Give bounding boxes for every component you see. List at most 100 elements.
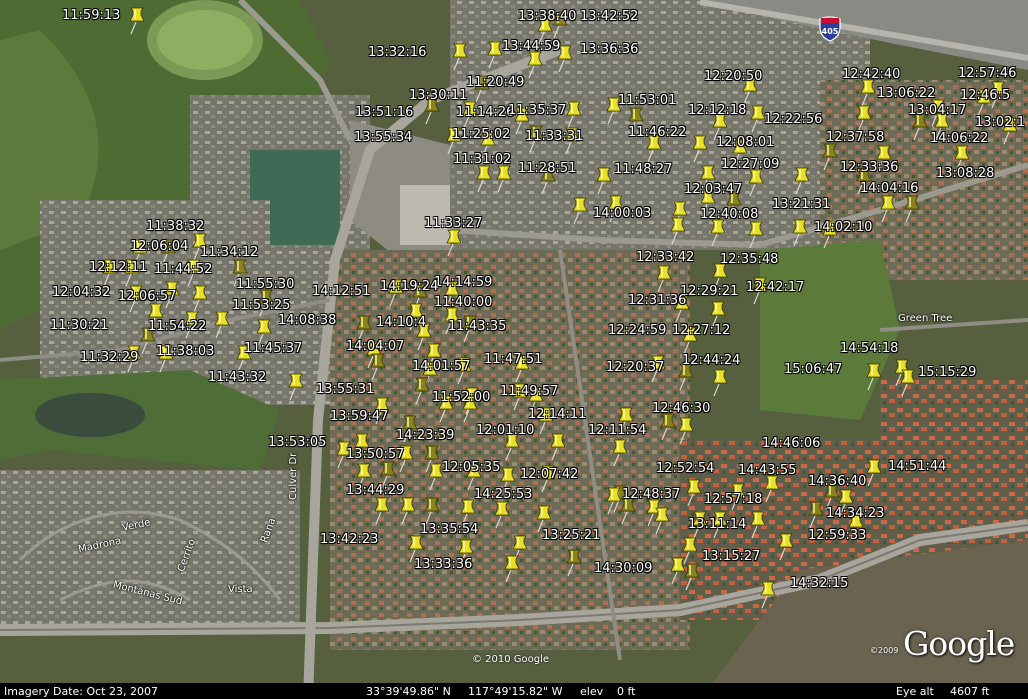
pushpin-icon[interactable] xyxy=(794,167,810,195)
timestamp-label: 13:38:40 xyxy=(518,9,577,24)
pushpin-icon[interactable] xyxy=(778,533,794,561)
timestamp-label: 13:35:54 xyxy=(420,522,479,537)
timestamp-label: 11:31:02 xyxy=(453,152,512,167)
timestamp-label: 12:31:36 xyxy=(628,293,687,308)
timestamp-label: 13:51:16 xyxy=(355,105,414,120)
timestamp-label: 12:27:09 xyxy=(721,157,780,172)
timestamp-label: 12:06:04 xyxy=(130,239,189,254)
timestamp-label: 15:15:29 xyxy=(918,365,977,380)
pushpin-icon[interactable] xyxy=(374,497,390,525)
timestamp-label: 13:08:28 xyxy=(936,166,995,181)
pushpin-icon[interactable] xyxy=(476,165,492,193)
eye-alt-value: 4607 ft xyxy=(950,685,990,698)
pushpin-icon[interactable] xyxy=(566,549,582,577)
pushpin-icon[interactable] xyxy=(566,101,582,129)
pushpin-icon[interactable] xyxy=(900,369,916,397)
pushpin-icon[interactable] xyxy=(904,195,920,223)
pushpin-icon[interactable] xyxy=(670,217,686,245)
pushpin-icon[interactable] xyxy=(670,557,686,585)
timestamp-label: 13:50:57 xyxy=(346,447,405,462)
timestamp-label: 12:42:17 xyxy=(746,280,805,295)
pushpin-icon[interactable] xyxy=(764,475,780,503)
timestamp-label: 13:42:52 xyxy=(580,9,639,24)
pushpin-icon[interactable] xyxy=(692,135,708,163)
timestamp-label: 12:24:59 xyxy=(608,323,667,338)
elev-label: elev xyxy=(580,685,604,698)
pushpin-icon[interactable] xyxy=(494,501,510,529)
timestamp-label: 13:30:11 xyxy=(409,88,468,103)
timestamp-label: 14:23:39 xyxy=(396,428,455,443)
pushpin-icon[interactable] xyxy=(192,285,208,313)
pushpin-icon[interactable] xyxy=(504,555,520,583)
pushpin-icon[interactable] xyxy=(856,105,872,133)
timestamp-label: 13:06:22 xyxy=(877,86,936,101)
elev-value: 0 ft xyxy=(617,685,636,698)
pushpin-icon[interactable] xyxy=(288,373,304,401)
pushpin-icon[interactable] xyxy=(370,353,386,381)
pushpin-icon[interactable] xyxy=(684,563,700,591)
timestamp-label: 12:44:24 xyxy=(682,353,741,368)
timestamp-label: 11:40:00 xyxy=(434,295,493,310)
timestamp-label: 13:04:17 xyxy=(908,103,967,118)
latitude-readout: 33°39'49.86" N xyxy=(366,685,451,698)
timestamp-label: 11:52:00 xyxy=(432,390,491,405)
timestamp-label: 15:06:47 xyxy=(784,362,843,377)
timestamp-label: 11:20:49 xyxy=(466,75,525,90)
timestamp-label: 11:43:32 xyxy=(208,370,267,385)
timestamp-label: 13:59:47 xyxy=(330,409,389,424)
pushpin-icon[interactable] xyxy=(860,79,876,107)
pushpin-icon[interactable] xyxy=(712,369,728,397)
pushpin-icon[interactable] xyxy=(748,169,764,197)
timestamp-label: 12:20:50 xyxy=(704,69,763,84)
pushpin-icon[interactable] xyxy=(866,459,882,487)
timestamp-label: 14:10:4 xyxy=(376,315,427,330)
timestamp-label: 12:20:37 xyxy=(606,360,665,375)
pushpin-icon[interactable] xyxy=(880,195,896,223)
timestamp-label: 11:14:26 xyxy=(456,105,515,120)
pushpin-icon[interactable] xyxy=(596,167,612,195)
timestamp-label: 11:38:32 xyxy=(146,219,205,234)
timestamp-label: 13:21:31 xyxy=(772,197,831,212)
pushpin-icon[interactable] xyxy=(129,7,145,35)
pushpin-icon[interactable] xyxy=(612,439,628,467)
pushpin-icon[interactable] xyxy=(822,143,838,171)
pushpin-icon[interactable] xyxy=(572,197,588,225)
pushpin-icon[interactable] xyxy=(487,41,503,69)
pushpin-icon[interactable] xyxy=(710,219,726,247)
timestamp-label: 14:36:40 xyxy=(808,474,867,489)
pushpin-icon[interactable] xyxy=(446,229,462,257)
timestamp-label: 11:49:57 xyxy=(500,384,559,399)
timestamp-label: 12:29:21 xyxy=(680,284,739,299)
pushpin-icon[interactable] xyxy=(866,363,882,391)
timestamp-label: 12:59:33 xyxy=(808,528,867,543)
pushpin-icon[interactable] xyxy=(656,265,672,293)
timestamp-label: 14:30:09 xyxy=(594,561,653,576)
pushpin-icon[interactable] xyxy=(678,417,694,445)
pushpin-icon[interactable] xyxy=(750,105,766,133)
pushpin-icon[interactable] xyxy=(682,537,698,565)
pushpin-icon[interactable] xyxy=(428,463,444,491)
timestamp-label: 13:11:14 xyxy=(688,517,747,532)
pushpin-icon[interactable] xyxy=(750,511,766,539)
pushpin-icon[interactable] xyxy=(808,501,824,529)
timestamp-label: 12:48:37 xyxy=(622,487,681,502)
pushpin-icon[interactable] xyxy=(748,221,764,249)
timestamp-label: 11:28:51 xyxy=(518,161,577,176)
pushpin-icon[interactable] xyxy=(496,165,512,193)
pushpin-icon[interactable] xyxy=(792,219,808,247)
pushpin-icon[interactable] xyxy=(214,311,230,339)
pushpin-icon[interactable] xyxy=(760,581,776,609)
pushpin-icon[interactable] xyxy=(400,497,416,525)
timestamp-label: 11:32:29 xyxy=(80,350,139,365)
pushpin-icon[interactable] xyxy=(424,497,440,525)
timestamp-label: 12:11:54 xyxy=(588,423,647,438)
pushpin-icon[interactable] xyxy=(452,43,468,71)
timestamp-label: 11:45:37 xyxy=(244,341,303,356)
timestamp-label: 11:44:52 xyxy=(154,262,213,277)
pushpin-icon[interactable] xyxy=(686,479,702,507)
pushpin-icon[interactable] xyxy=(660,413,676,441)
pushpin-icon[interactable] xyxy=(527,51,543,79)
map-view[interactable]: 405 Culver Dr Green Tree Madrona Verde C… xyxy=(0,0,1028,699)
pushpin-icon[interactable] xyxy=(550,433,566,461)
timestamp-label: 12:57:18 xyxy=(704,492,763,507)
